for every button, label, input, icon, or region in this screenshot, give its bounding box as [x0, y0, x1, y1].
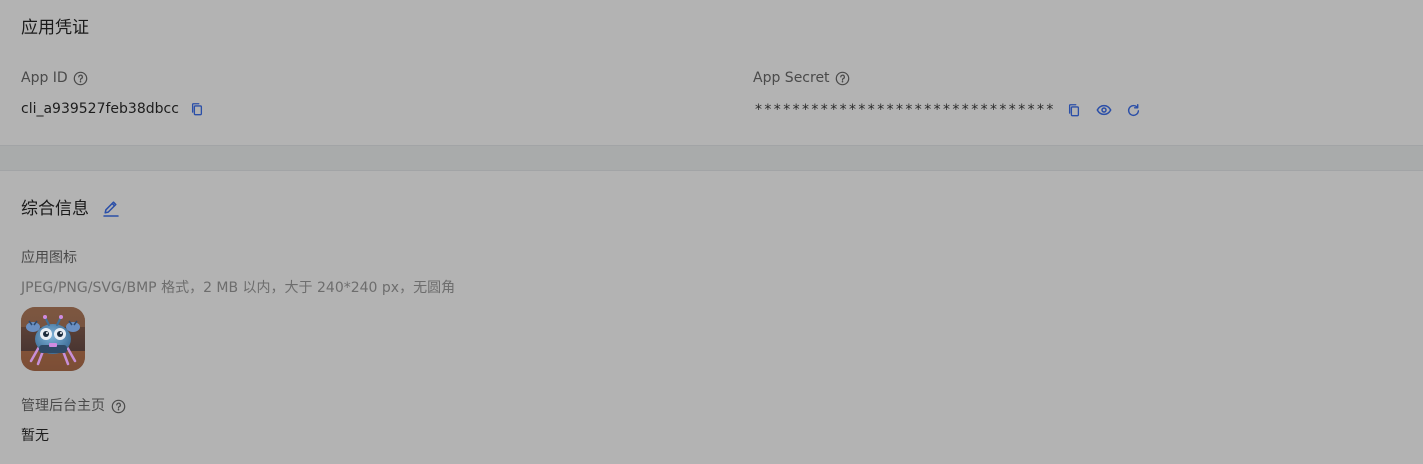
app-icon-image[interactable] [21, 307, 85, 371]
copy-icon[interactable] [187, 99, 207, 119]
app-secret-label-row: App Secret [753, 69, 851, 87]
refresh-icon[interactable] [1124, 100, 1144, 120]
copy-icon[interactable] [1064, 100, 1084, 120]
credentials-card: 应用凭证 App ID cli_a939527feb38dbcc App Sec… [0, 0, 1423, 146]
general-info-card: 综合信息 [0, 170, 1423, 464]
app-icon-label: 应用图标 [21, 250, 77, 266]
app-id-label-row: App ID [21, 69, 89, 87]
admin-homepage-value: 暂无 [21, 428, 49, 444]
general-title-row: 综合信息 [21, 199, 121, 219]
app-id-label: App ID [21, 70, 68, 86]
help-icon[interactable] [835, 70, 851, 86]
help-icon[interactable] [110, 398, 126, 414]
app-id-value: cli_a939527feb38dbcc [21, 101, 179, 117]
admin-homepage-label-row: 管理后台主页 [21, 397, 126, 415]
section-divider [0, 146, 1423, 170]
admin-homepage-label: 管理后台主页 [21, 398, 105, 414]
app-secret-masked-value: ******************************** [755, 102, 1056, 118]
help-icon[interactable] [73, 70, 89, 86]
credentials-title: 应用凭证 [21, 18, 89, 38]
eye-icon[interactable] [1094, 100, 1114, 120]
general-title: 综合信息 [21, 199, 89, 219]
app-id-value-row: cli_a939527feb38dbcc [21, 99, 207, 119]
app-secret-value-row: ******************************** [755, 100, 1144, 120]
app-icon-label-row: 应用图标 [21, 249, 77, 267]
app-secret-label: App Secret [753, 70, 830, 86]
pencil-icon[interactable] [101, 199, 121, 219]
app-icon-hint: JPEG/PNG/SVG/BMP 格式，2 MB 以内，大于 240*240 p… [21, 280, 456, 296]
